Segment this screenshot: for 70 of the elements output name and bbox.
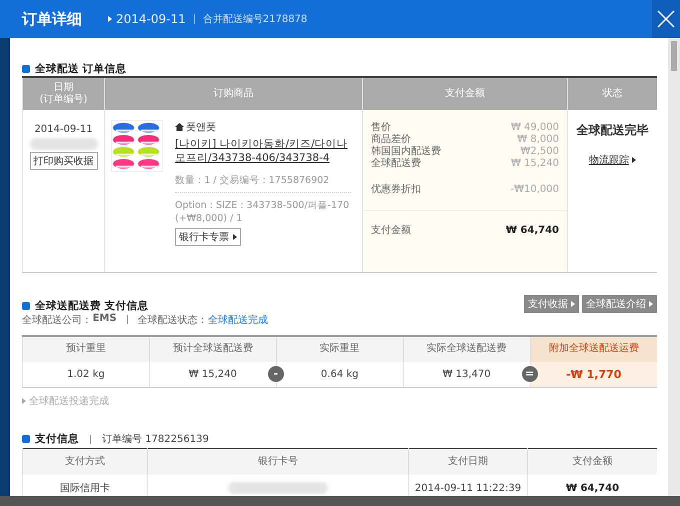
price-label: 韩国国内配送费 bbox=[371, 146, 441, 158]
price-value: ₩ 15,240 bbox=[510, 158, 559, 170]
price-value: ₩2,500 bbox=[520, 146, 559, 158]
table-cell: 2014-09-11 11:22:39 bbox=[414, 482, 522, 494]
total-value: ₩ 64,740 bbox=[506, 225, 559, 237]
product-link[interactable]: [나이키] 나이키아동화/키즈/다이나모프리/343738-406/343738-4 bbox=[175, 137, 351, 165]
column-header: 状态 bbox=[568, 77, 657, 110]
close-icon bbox=[656, 9, 676, 29]
column-header: 实际全球送配送费 bbox=[403, 336, 530, 362]
table-cell: -₩ 1,770 bbox=[566, 368, 622, 381]
scrollbar[interactable] bbox=[668, 38, 680, 496]
window-title: 订单详细 bbox=[22, 10, 83, 28]
bullet-icon bbox=[22, 302, 30, 310]
table-cell: 1.02 kg bbox=[67, 368, 105, 380]
company-label: 全球配送公司 : bbox=[22, 314, 89, 326]
tracking-link[interactable]: 物流跟踪 bbox=[588, 153, 629, 167]
price-label: 支付金额 bbox=[371, 225, 411, 237]
caret-icon bbox=[649, 300, 653, 306]
table-cell: ₩ 15,240 bbox=[188, 368, 237, 380]
close-button[interactable] bbox=[652, 0, 680, 38]
table-cell: ₩ 13,470 bbox=[442, 368, 491, 380]
caret-icon bbox=[233, 234, 237, 240]
state-link[interactable]: 全球配送完成 bbox=[208, 312, 268, 326]
column-header: 银行卡号 bbox=[148, 448, 408, 474]
column-header: 订购商品 bbox=[104, 77, 362, 110]
option-text: Option : SIZE : 343738-500/퍼플-170 (+₩8,000) / 1 bbox=[175, 199, 350, 225]
seller-name: 풋앤풋 bbox=[175, 120, 351, 134]
section-title: 全球送配送费 支付信息 bbox=[35, 298, 149, 312]
column-header: 支付日期 bbox=[408, 448, 528, 474]
invoice-button[interactable]: 银行卡专票 bbox=[175, 228, 241, 246]
column-header: 实际重里 bbox=[276, 336, 404, 362]
state-label: 全球配送状态 : bbox=[138, 314, 204, 326]
merge-number: 合并配送编号2178878 bbox=[202, 12, 308, 26]
price-label: 全球配送费 bbox=[371, 158, 421, 170]
section-title: 全球配送 订单信息 bbox=[35, 62, 127, 76]
order-number: 订单编号 1782256139 bbox=[102, 432, 209, 446]
delivery-note: 全球配送投递完成 bbox=[29, 394, 109, 408]
caret-icon bbox=[108, 16, 112, 22]
column-header: 支付金额 bbox=[362, 77, 568, 110]
column-header: 预计全球送配送费 bbox=[149, 336, 276, 362]
status-text: 全球配送完毕 bbox=[576, 122, 650, 139]
order-date: 2014-09-11 bbox=[33, 124, 94, 135]
quantity-text: 数量 : 1 / 交易编号 : 1755876902 bbox=[175, 174, 351, 193]
caret-icon bbox=[22, 398, 26, 404]
column-header: 附加全球送配送运费 bbox=[530, 336, 657, 362]
price-value: ₩ 8,000 bbox=[517, 134, 559, 146]
section-title: 支付信息 bbox=[35, 432, 79, 446]
table-cell: ₩ 64,740 bbox=[566, 482, 620, 494]
column-header: 日期 (订单编号) bbox=[22, 77, 104, 110]
print-receipt-button[interactable]: 打印购买收据 bbox=[30, 152, 98, 170]
caret-icon bbox=[632, 157, 636, 163]
price-value: -₩10,000 bbox=[510, 184, 559, 196]
price-value: ₩ 49,000 bbox=[510, 122, 559, 134]
price-label: 优惠券折扣 bbox=[371, 184, 421, 196]
column-header: 支付方式 bbox=[22, 448, 148, 474]
order-date: 2014-09-11 bbox=[116, 12, 186, 26]
bullet-icon bbox=[22, 65, 30, 73]
bullet-icon bbox=[22, 435, 30, 443]
price-label: 商品差价 bbox=[371, 134, 411, 146]
operator-icon: - bbox=[268, 366, 284, 382]
price-label: 售价 bbox=[371, 122, 391, 134]
company-name: EMS bbox=[92, 312, 117, 326]
house-icon bbox=[175, 123, 184, 131]
caret-icon bbox=[571, 300, 575, 306]
table-cell: 国际信用卡 bbox=[60, 483, 110, 494]
blurred-order-number bbox=[30, 138, 98, 150]
table-cell: 0.64 kg bbox=[320, 368, 359, 380]
column-header: 支付金额 bbox=[528, 448, 657, 474]
column-header: 预计重里 bbox=[22, 336, 150, 362]
operator-icon: = bbox=[522, 366, 538, 382]
